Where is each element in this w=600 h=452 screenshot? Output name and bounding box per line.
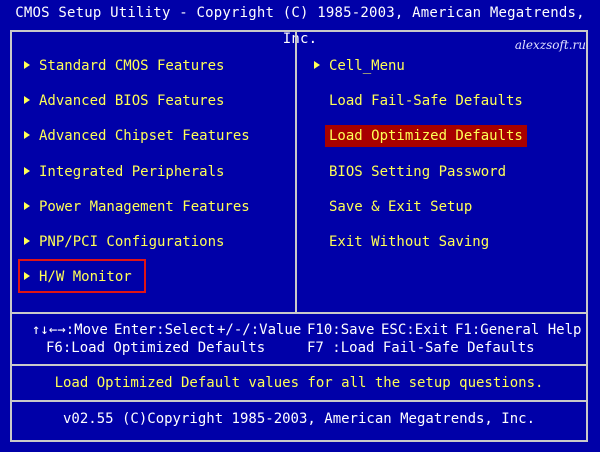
menu-item-label: Advanced Chipset Features (39, 128, 250, 144)
help-divider (10, 364, 588, 366)
menu-load-optimized-defaults[interactable]: Load Optimized Defaults (325, 125, 527, 147)
submenu-arrow-icon (24, 202, 30, 210)
submenu-arrow-icon (24, 167, 30, 175)
help-general: F1:General Help (455, 322, 582, 338)
help-f7: F7 :Load Fail-Safe Defaults (307, 340, 535, 356)
watermark: alexzsoft.ru (514, 38, 586, 52)
help-exit: ESC:Exit (381, 322, 449, 338)
menu-item-label: Cell_Menu (329, 58, 405, 74)
help-f6: F6:Load Optimized Defaults (46, 340, 266, 356)
help-save: F10:Save (307, 322, 375, 338)
help-select: Enter:Select (114, 322, 216, 338)
submenu-arrow-icon (24, 237, 30, 245)
annotation-highlight-box (18, 259, 146, 293)
status-divider (10, 400, 588, 402)
column-divider (295, 30, 297, 314)
help-move: ↑↓←→:Move (32, 322, 108, 338)
submenu-arrow-icon (24, 61, 30, 69)
help-line-2: F6:Load Optimized Defaults F7 :Load Fail… (0, 340, 600, 358)
menu-power-management-features[interactable]: Power Management Features (20, 196, 254, 218)
menu-advanced-bios-features[interactable]: Advanced BIOS Features (20, 90, 228, 112)
menu-standard-cmos-features[interactable]: Standard CMOS Features (20, 55, 228, 77)
version-line: v02.55 (C)Copyright 1985-2003, American … (62, 411, 535, 427)
menu-save-exit-setup[interactable]: Save & Exit Setup (325, 196, 476, 218)
menu-bios-setting-password[interactable]: BIOS Setting Password (325, 161, 510, 183)
menu-cell-menu[interactable]: Cell_Menu (310, 55, 409, 77)
menu-exit-without-saving[interactable]: Exit Without Saving (325, 231, 493, 253)
bios-screen: CMOS Setup Utility - Copyright (C) 1985-… (0, 0, 600, 452)
menu-pnp-pci-configurations[interactable]: PNP/PCI Configurations (20, 231, 228, 253)
title-bar: CMOS Setup Utility - Copyright (C) 1985-… (0, 0, 600, 47)
menu-item-label: Integrated Peripherals (39, 164, 225, 180)
submenu-arrow-icon (314, 61, 320, 69)
help-line-1: ↑↓←→:Move Enter:Select +/-/:Value F10:Sa… (0, 322, 600, 340)
submenu-arrow-icon (24, 96, 30, 104)
menu-item-label: PNP/PCI Configurations (39, 234, 225, 250)
submenu-arrow-icon (24, 131, 30, 139)
menu-item-label: Advanced BIOS Features (39, 93, 225, 109)
help-value: +/-/:Value (217, 322, 302, 338)
menu-item-label: Standard CMOS Features (39, 58, 225, 74)
menu-advanced-chipset-features[interactable]: Advanced Chipset Features (20, 125, 254, 147)
menu-load-fail-safe-defaults[interactable]: Load Fail-Safe Defaults (325, 90, 527, 112)
menu-item-label: Power Management Features (39, 199, 250, 215)
menu-integrated-peripherals[interactable]: Integrated Peripherals (20, 161, 228, 183)
status-line: Load Optimized Default values for all th… (54, 375, 544, 391)
menu-divider (10, 312, 588, 314)
